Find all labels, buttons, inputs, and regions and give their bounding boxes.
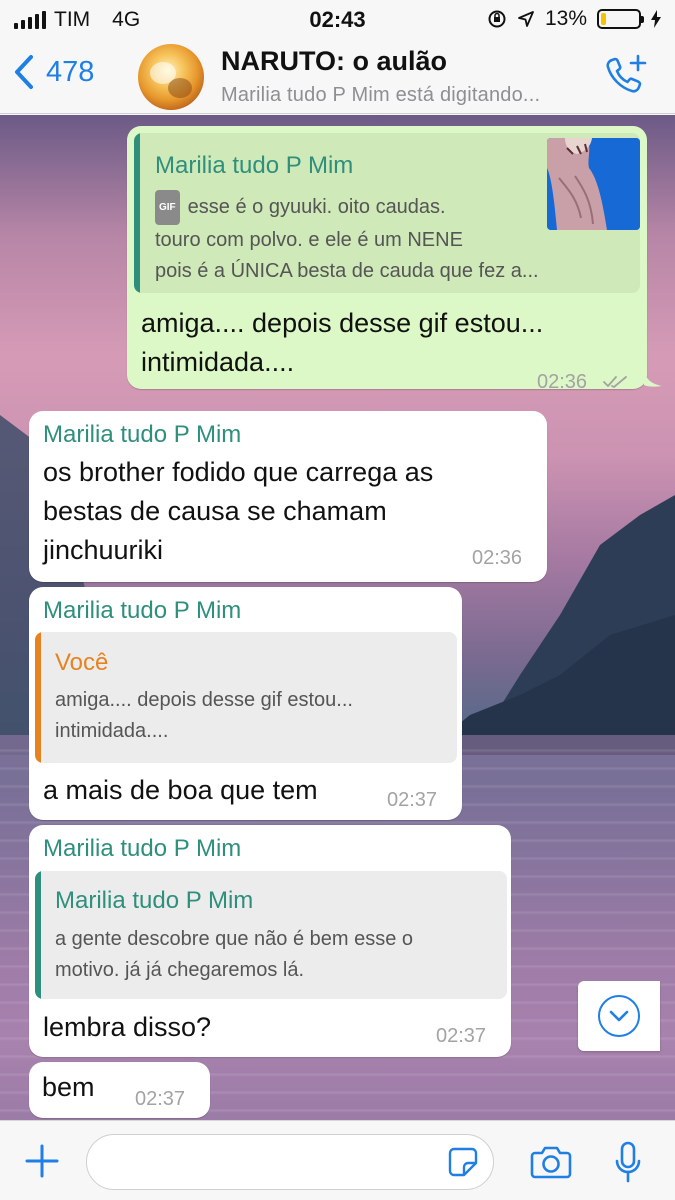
add-call-button[interactable] [603,52,649,103]
message-bubble-outgoing[interactable]: Marilia tudo P Mim GIF esse é o gyuuki. o… [127,126,647,393]
message-text: lembra disso? [43,1012,212,1042]
attach-button[interactable] [24,1143,60,1184]
message-bubble-incoming[interactable]: bem 02:37 [29,1062,210,1118]
quote-bar [35,871,41,999]
message-line: amiga.... depois desse gif estou... [141,308,544,338]
location-arrow-icon [518,11,534,27]
quote-line: pois é a ÚNICA besta de cauda que fez a.… [155,260,539,282]
battery-level [601,13,606,25]
typing-status: Marilia tudo P Mim está digitando... [221,84,541,106]
message-time: 02:37 [436,1025,487,1047]
charging-bolt-icon [651,10,661,28]
quote-text: GIF esse é o gyuuki. oito caudas. touro c… [155,190,545,287]
gif-badge: GIF [155,190,180,225]
message-bubble-incoming[interactable]: Marilia tudo P Mim Você amiga.... depois… [29,587,462,820]
quoted-message[interactable]: Marilia tudo P Mim GIF esse é o gyuuki. o… [134,133,640,293]
sticker-icon [448,1147,478,1177]
quote-line: amiga.... depois desse gif estou... [55,689,353,711]
phone-plus-icon [606,54,647,93]
battery-icon [597,9,644,29]
gif-thumbnail-image [547,138,640,230]
message-text: os brother fodido que carrega as bestas … [43,453,543,570]
unread-count: 478 [46,55,95,88]
plus-icon [25,1144,59,1178]
camera-button[interactable] [530,1145,572,1184]
scroll-to-bottom-button[interactable] [578,981,660,1051]
message-line: bestas de causa se chamam [43,496,387,526]
quote-sender: Você [55,649,109,676]
status-right: 13% [487,7,661,31]
message-line: os brother fodido que carrega as [43,457,434,487]
chat-title[interactable]: NARUTO: o aulão [221,46,447,77]
message-time: 02:36 [472,547,523,569]
message-time: 02:37 [387,789,438,811]
microphone-button[interactable] [614,1141,642,1188]
sender-name: Marilia tudo P Mim [43,597,242,624]
orientation-lock-icon [488,10,506,28]
microphone-icon [615,1141,641,1183]
sender-name: Marilia tudo P Mim [43,835,242,862]
status-bar: TIM 4G 02:43 13% [0,0,675,40]
quote-sender: Marilia tudo P Mim [55,887,254,914]
quote-sender: Marilia tudo P Mim [155,152,354,179]
camera-icon [530,1146,572,1179]
chat-area[interactable]: Marilia tudo P Mim GIF esse é o gyuuki. o… [0,115,675,1120]
group-avatar[interactable] [138,44,204,110]
battery-percent: 13% [544,7,587,30]
back-button[interactable]: 478 [14,54,94,90]
chat-header: 478 NARUTO: o aulão Marilia tudo P Mim e… [0,40,675,114]
gif-thumbnail[interactable] [547,138,640,230]
sender-name: Marilia tudo P Mim [43,421,242,448]
quote-text: a gente descobre que não é bem esse o mo… [55,924,501,986]
message-input[interactable] [86,1134,494,1190]
chevron-left-icon [15,55,33,89]
quote-bar [134,133,140,293]
message-time: 02:36 [537,371,588,393]
message-text: a mais de boa que tem [43,775,318,805]
quote-line: touro com polvo. e ele é um NENE [155,229,463,251]
quoted-message[interactable]: Você amiga.... depois desse gif estou...… [35,632,457,763]
scroll-down-circle [598,995,640,1037]
chevron-down-icon [609,1010,629,1022]
message-time: 02:37 [135,1088,186,1110]
bubble-tail-outgoing [644,370,662,387]
message-input-bar [0,1120,675,1200]
quote-line: intimidada.... [55,720,169,742]
quote-line: esse é o gyuuki. oito caudas. [187,196,446,218]
quoted-message[interactable]: Marilia tudo P Mim a gente descobre que … [35,871,507,999]
sticker-button[interactable] [448,1147,478,1182]
message-line: jinchuuriki [43,535,164,565]
double-check-icon [603,376,627,388]
message-bubble-incoming[interactable]: Marilia tudo P Mim os brother fodido que… [29,411,547,582]
message-text: bem [42,1072,95,1102]
quote-line: motivo. já já chegaremos lá. [55,959,305,981]
quote-bar [35,632,41,763]
quote-line: a gente descobre que não é bem esse o [55,928,414,950]
message-bubble-incoming[interactable]: Marilia tudo P Mim Marilia tudo P Mim a … [29,825,511,1057]
quote-text: amiga.... depois desse gif estou... inti… [55,685,451,747]
